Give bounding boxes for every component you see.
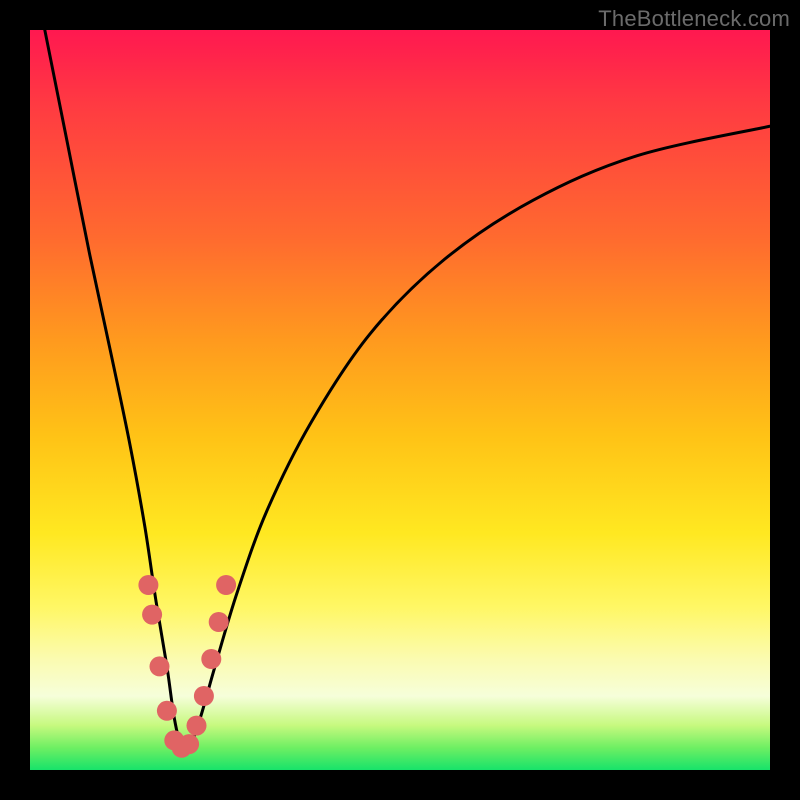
highlight-dot (150, 656, 170, 676)
curve-svg (30, 30, 770, 770)
highlight-dot (142, 605, 162, 625)
highlight-dot (157, 701, 177, 721)
plot-area (30, 30, 770, 770)
highlight-dot (138, 575, 158, 595)
highlight-dot (216, 575, 236, 595)
chart-frame: TheBottleneck.com (0, 0, 800, 800)
bottleneck-curve (45, 30, 770, 751)
highlight-dot (209, 612, 229, 632)
watermark-text: TheBottleneck.com (598, 6, 790, 32)
highlight-dot (179, 734, 199, 754)
highlight-dot (187, 716, 207, 736)
highlight-dot (201, 649, 221, 669)
highlight-dot (194, 686, 214, 706)
highlight-dots (138, 575, 236, 758)
